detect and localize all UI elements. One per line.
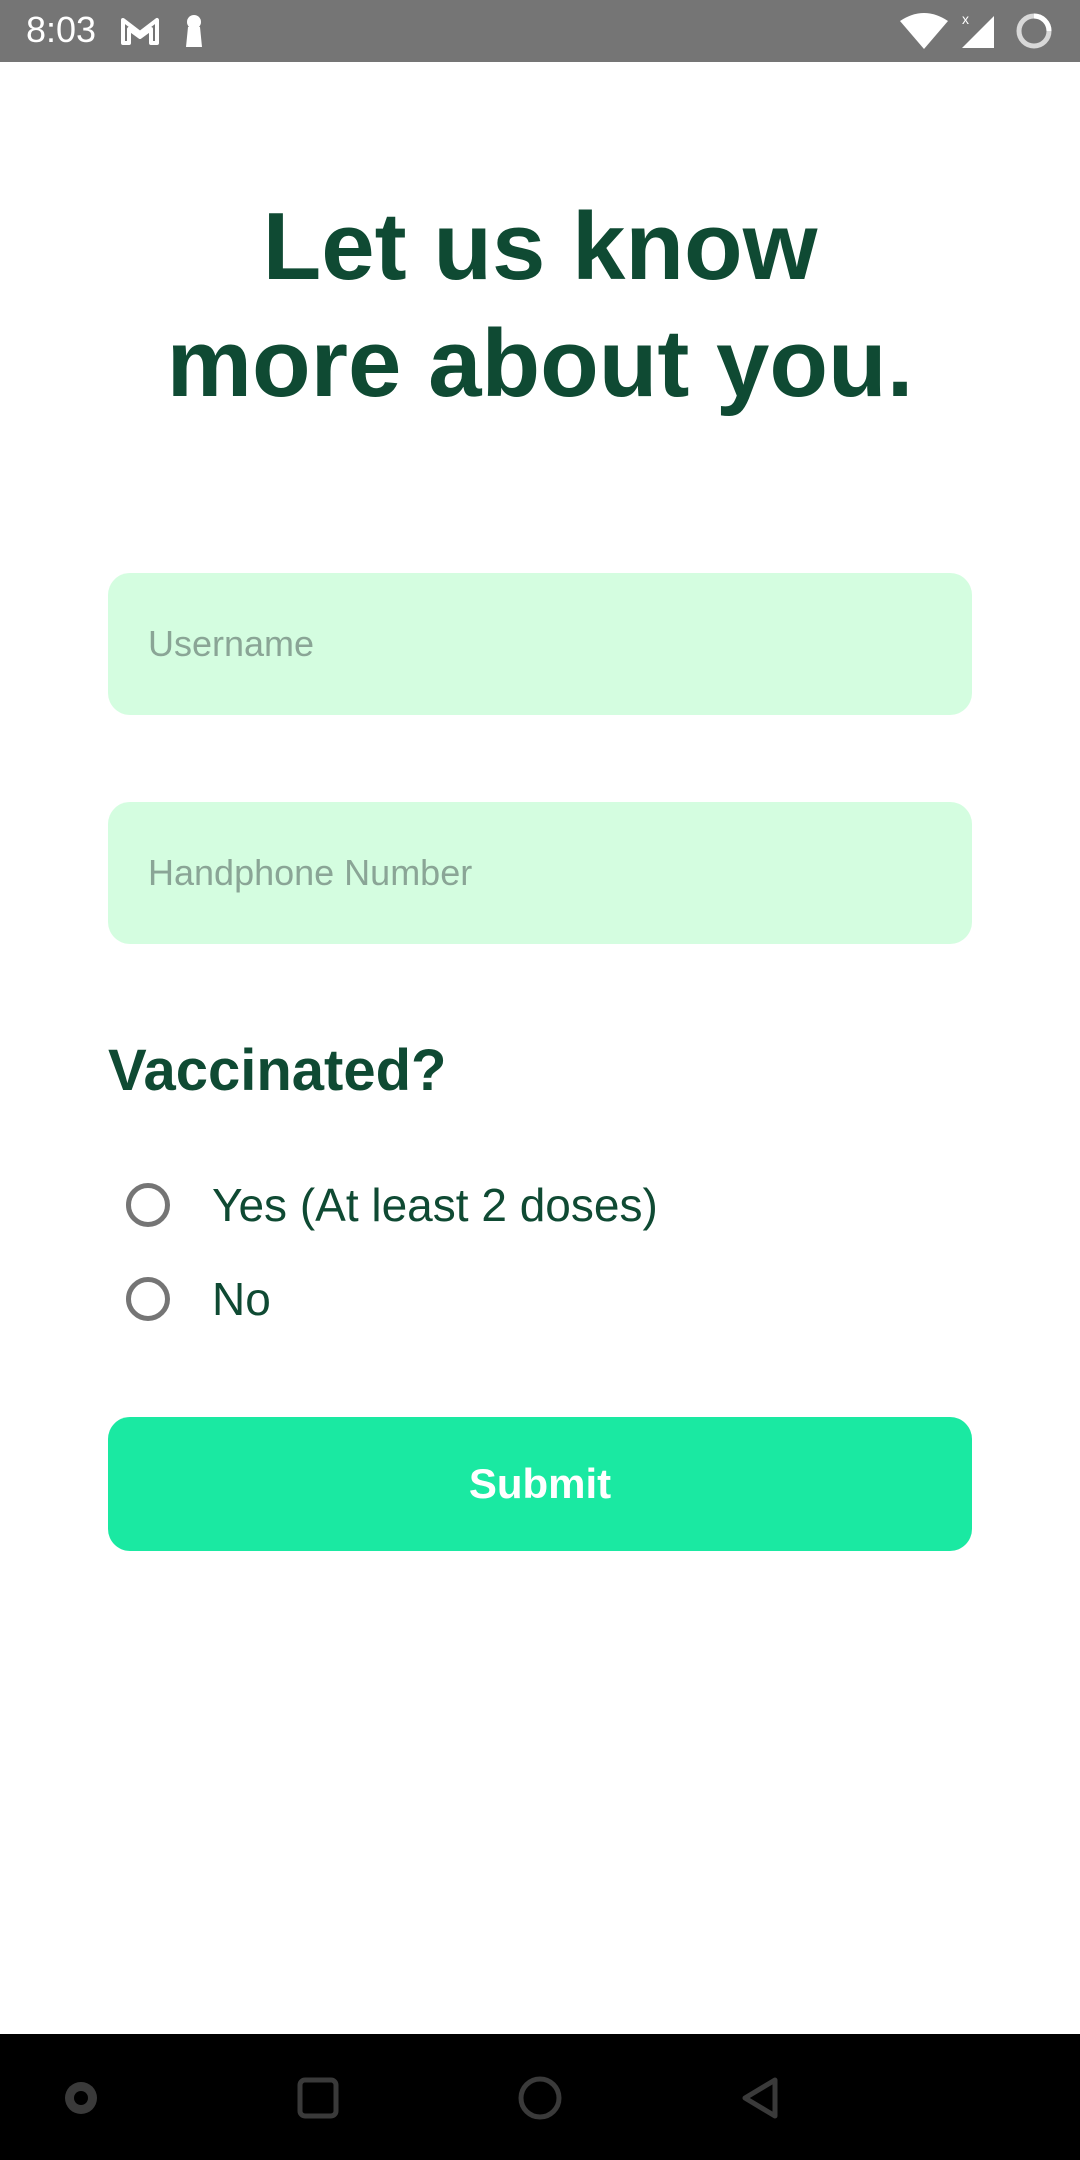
username-field-container: [108, 573, 972, 715]
wifi-icon: [898, 13, 950, 49]
radio-option-yes[interactable]: Yes (At least 2 doses): [126, 1174, 658, 1236]
radio-label-yes: Yes (At least 2 doses): [212, 1179, 658, 1231]
keyhole-icon: [180, 13, 208, 49]
radio-label-no: No: [212, 1273, 271, 1325]
page-title: Let us know more about you.: [0, 188, 1080, 422]
svg-text:x: x: [962, 12, 969, 27]
screen: 8:03 x Let us know more about you. Usern…: [0, 0, 1080, 2160]
back-icon[interactable]: [731, 2068, 791, 2128]
submit-button[interactable]: Submit: [108, 1417, 972, 1551]
phone-field-container: [108, 802, 972, 944]
home-icon[interactable]: [510, 2068, 570, 2128]
dot-icon[interactable]: [51, 2068, 111, 2128]
title-line-1: Let us know: [262, 193, 818, 300]
vaccinated-label: Vaccinated?: [108, 1038, 447, 1103]
handphone-number-input[interactable]: [108, 802, 972, 944]
navigation-bar: [0, 2034, 1080, 2160]
radio-button-no[interactable]: [126, 1277, 170, 1321]
signal-icon: x: [958, 12, 1002, 48]
radio-option-no[interactable]: No: [126, 1268, 271, 1330]
title-line-2: more about you.: [166, 310, 914, 417]
battery-loading-icon: [1014, 11, 1054, 49]
gmail-icon: [120, 13, 160, 49]
status-time: 8:03: [26, 9, 97, 50]
radio-button-yes[interactable]: [126, 1183, 170, 1227]
recents-icon[interactable]: [288, 2068, 348, 2128]
status-bar: 8:03 x: [0, 0, 1080, 62]
username-input[interactable]: [108, 573, 972, 715]
